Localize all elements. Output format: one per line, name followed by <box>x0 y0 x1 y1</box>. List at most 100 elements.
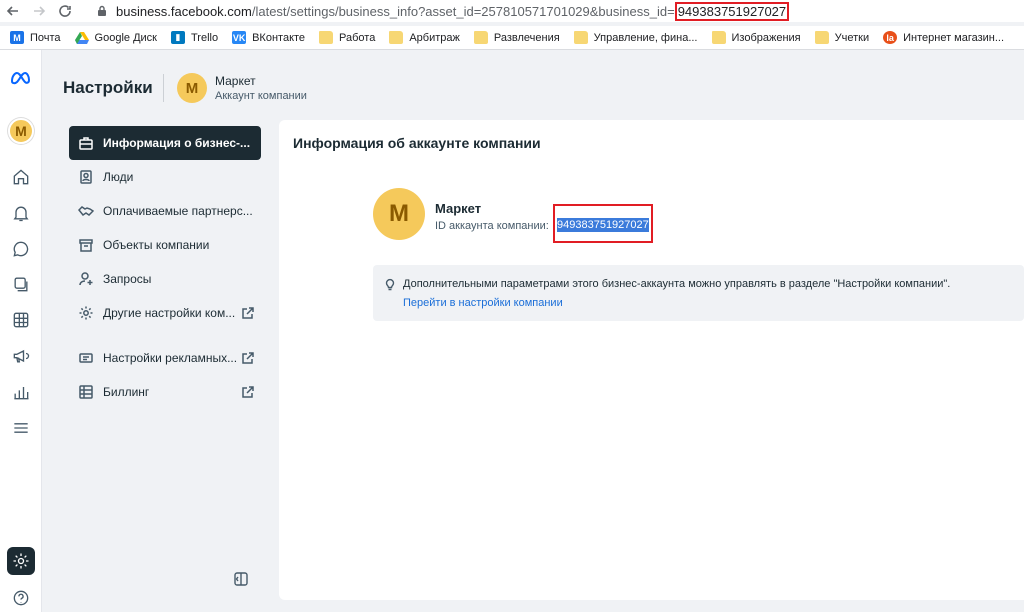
trello-icon: ▮ <box>170 31 185 44</box>
business-avatar[interactable]: M <box>7 117 35 145</box>
folder-icon <box>573 31 588 44</box>
menu-item[interactable]: Запросы <box>69 262 261 296</box>
card-title: Информация об аккаунте компании <box>293 135 541 151</box>
chat-icon[interactable] <box>7 235 35 263</box>
bookmark-label: Интернет магазин... <box>903 31 1005 44</box>
business-subtitle: Аккаунт компании <box>215 90 307 102</box>
menu-item[interactable]: Настройки рекламных... <box>69 341 261 375</box>
ad-settings-icon <box>77 349 95 367</box>
folder-icon <box>473 31 488 44</box>
account-avatar: M <box>373 188 425 240</box>
handshake-icon <box>77 202 95 220</box>
la-icon: la <box>883 31 898 44</box>
avatar-initial: M <box>8 118 34 144</box>
gmail-icon: M <box>10 31 24 44</box>
bookmark-item[interactable]: ▮ Trello <box>170 31 219 44</box>
reload-icon <box>59 5 71 17</box>
bell-icon[interactable] <box>7 199 35 227</box>
bookmark-label: Trello <box>190 31 219 44</box>
browser-address-bar: business.facebook.com/latest/settings/bu… <box>0 0 1024 22</box>
bookmarks-bar: M Почта Google Диск ▮ Trello VK ВКонтакте Работ… <box>0 26 1024 50</box>
menu-item-label: Оплачиваемые партнерс... <box>103 204 253 218</box>
bookmark-item[interactable]: Развлечения <box>473 31 560 44</box>
external-link-icon <box>241 306 255 320</box>
bookmark-item[interactable]: VK ВКонтакте <box>232 31 305 44</box>
url-path: /latest/settings/business_info?asset_id=… <box>251 3 675 19</box>
menu-item[interactable]: Биллинг <box>69 375 261 409</box>
menu-spacer <box>69 330 261 341</box>
business-info-card: Информация об аккаунте компании M Маркет… <box>279 120 1024 600</box>
pages-icon[interactable] <box>7 270 35 298</box>
bookmark-label: Работа <box>339 31 376 44</box>
company-settings-link[interactable]: Перейти в настройки компании <box>403 297 563 309</box>
billing-icon <box>77 383 95 401</box>
page-title: Настройки <box>63 78 153 97</box>
account-id-value[interactable]: 949383751927027 <box>557 218 649 232</box>
bookmark-label: ВКонтакте <box>252 31 306 44</box>
menu-item[interactable]: Оплачиваемые партнерс... <box>69 194 261 228</box>
home-icon[interactable] <box>7 163 35 191</box>
info-notice: Дополнительными параметрами этого бизнес… <box>373 265 1024 321</box>
megaphone-icon[interactable] <box>7 342 35 370</box>
table-icon[interactable] <box>7 306 35 334</box>
menu-item[interactable]: Люди <box>69 160 261 194</box>
bookmark-item[interactable]: Арбитраж <box>389 31 460 44</box>
external-link-icon <box>241 351 255 365</box>
bookmark-item[interactable]: la Интернет магазин... <box>883 31 1004 44</box>
lock-icon[interactable] <box>94 3 110 19</box>
bookmark-item[interactable]: Управление, фина... <box>573 31 698 44</box>
settings-gear-icon[interactable] <box>7 547 35 575</box>
info-text: Дополнительными параметрами этого бизнес… <box>403 278 951 290</box>
left-rail: M <box>0 50 42 612</box>
bookmark-label: Почта <box>30 31 61 44</box>
account-name: Маркет <box>435 201 482 216</box>
lightbulb-icon <box>383 277 397 291</box>
bookmark-label: Развлечения <box>493 31 560 44</box>
header-divider <box>163 74 164 102</box>
menu-item-label: Другие настройки ком... <box>103 306 236 320</box>
folder-icon <box>814 31 829 44</box>
vk-icon: VK <box>232 31 247 44</box>
arrow-left-icon <box>6 6 18 16</box>
gear-icon <box>77 304 95 322</box>
bar-chart-icon[interactable] <box>7 378 35 406</box>
menu-item[interactable]: Объекты компании <box>69 228 261 262</box>
folder-icon <box>389 31 404 44</box>
box-icon <box>77 236 95 254</box>
url-business-id-highlight: 949383751927027 <box>674 1 790 21</box>
help-icon[interactable] <box>7 584 35 612</box>
menu-item-label: Настройки рекламных... <box>103 351 238 365</box>
people-icon <box>77 168 95 186</box>
arrow-right-icon <box>34 6 46 16</box>
menu-item-label: Информация о бизнес-... <box>103 136 251 150</box>
business-name[interactable]: Маркет <box>215 74 256 88</box>
bookmark-label: Изображения <box>731 31 801 44</box>
menu-item-label: Люди <box>103 170 134 184</box>
bookmark-item[interactable]: M Почта <box>10 31 61 44</box>
url-field[interactable]: business.facebook.com/latest/settings/bu… <box>116 1 790 21</box>
briefcase-icon <box>77 134 95 152</box>
reload-button[interactable] <box>52 1 78 21</box>
bookmark-item[interactable]: Google Диск <box>74 31 157 44</box>
collapse-sidebar-icon[interactable] <box>233 571 251 587</box>
bookmark-label: Учетки <box>834 31 870 44</box>
folder-icon <box>319 31 334 44</box>
meta-logo-icon[interactable] <box>7 64 35 92</box>
business-avatar-header[interactable]: M <box>177 73 207 103</box>
bookmark-item[interactable]: Учетки <box>814 31 870 44</box>
external-link-icon <box>241 385 255 399</box>
bookmark-item[interactable]: Изображения <box>711 31 801 44</box>
google-drive-icon <box>74 31 89 44</box>
forward-button[interactable] <box>26 1 52 21</box>
menu-item[interactable]: Другие настройки ком... <box>69 296 261 330</box>
menu-item-label: Объекты компании <box>103 238 210 252</box>
menu-item-label: Запросы <box>103 272 152 286</box>
url-host: business.facebook.com <box>116 3 252 19</box>
account-id-highlight[interactable]: 949383751927027 <box>553 204 653 243</box>
hamburger-menu-icon[interactable] <box>7 414 35 442</box>
bookmark-label: Google Диск <box>94 31 157 44</box>
back-button[interactable] <box>0 1 26 21</box>
account-id-label: ID аккаунта компании: <box>435 220 549 232</box>
menu-item[interactable]: Информация о бизнес-... <box>69 126 261 160</box>
bookmark-item[interactable]: Работа <box>319 31 375 44</box>
